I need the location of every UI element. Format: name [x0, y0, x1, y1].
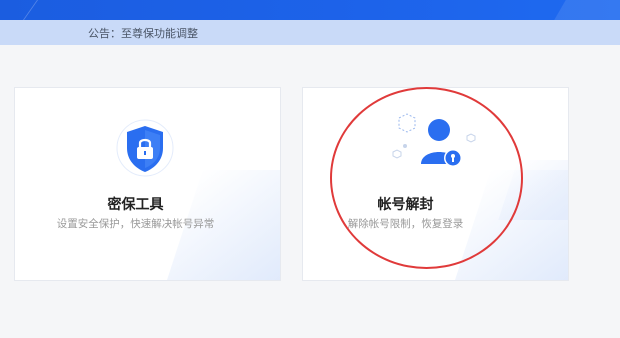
card-title: 密保工具 [107, 197, 164, 213]
header-decoration [15, 0, 126, 20]
announcement-bar[interactable]: 公告：至尊保功能调整 [0, 20, 620, 45]
highlight-annotation-circle [330, 87, 523, 269]
top-header-bar [0, 0, 620, 20]
security-tools-card[interactable]: 密保工具 设置安全保护，快速解决帐号异常 [14, 87, 281, 281]
announcement-text[interactable]: 公告：至尊保功能调整 [88, 25, 198, 41]
shield-lock-icon [115, 118, 175, 178]
header-decoration [542, 0, 620, 20]
card-subtitle: 设置安全保护，快速解决帐号异常 [56, 218, 215, 230]
